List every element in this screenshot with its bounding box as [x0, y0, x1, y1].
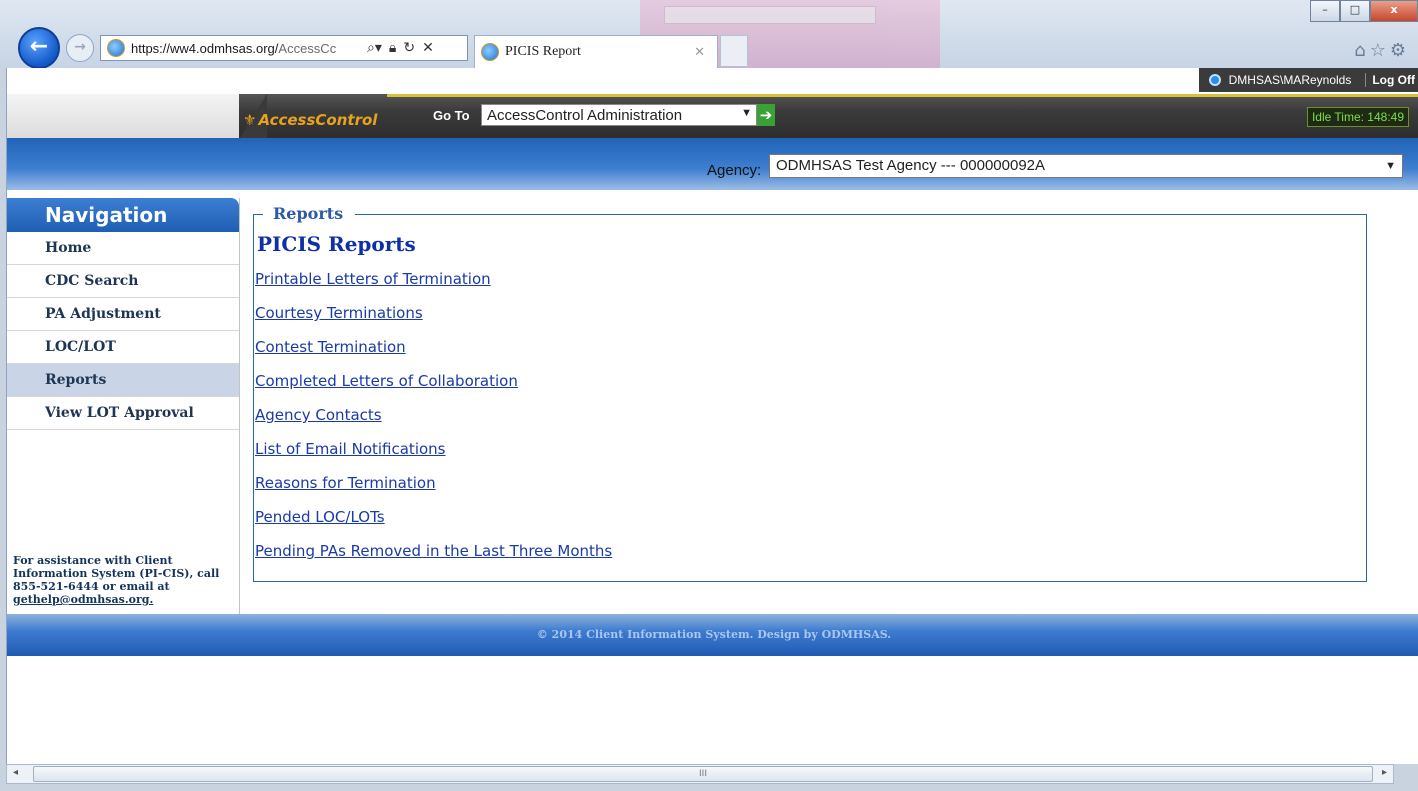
reports-legend: Reports — [263, 204, 356, 223]
lock-icon[interactable]: 🔒︎ — [389, 40, 396, 56]
link-courtesy-terminations[interactable]: Courtesy Terminations — [255, 304, 612, 338]
link-pended-loc-lots[interactable]: Pended LOC/LOTs — [255, 508, 612, 542]
page-title: PICIS Reports — [257, 232, 416, 256]
nav-item-view-lot-approval[interactable]: View LOT Approval — [7, 397, 239, 430]
user-box: DMHSAS\MAReynolds Log Off — [1198, 68, 1418, 92]
nav-item-loc-lot[interactable]: LOC/LOT — [7, 331, 239, 364]
address-url[interactable]: https://ww4.odmhsas.org/AccessCc — [131, 41, 363, 56]
navigation-title: Navigation — [7, 198, 239, 232]
scroll-right-icon[interactable]: ▸ — [1382, 767, 1387, 778]
back-arrow-icon[interactable]: ← — [18, 27, 60, 69]
address-bar[interactable]: https://ww4.odmhsas.org/AccessCc ⌕▾ 🔒︎ ↻… — [100, 35, 468, 61]
logoff-link[interactable]: Log Off — [1365, 73, 1418, 87]
scroll-left-icon[interactable]: ◂ — [13, 767, 18, 778]
browser-chrome: ← → https://ww4.odmhsas.org/AccessCc ⌕▾ … — [0, 0, 1418, 70]
page-footer: © 2014 Client Information System. Design… — [7, 614, 1418, 656]
minimize-icon[interactable]: – — [1310, 0, 1340, 22]
agency-label: Agency: — [707, 162, 762, 179]
dropdown-arrow-icon: ▼ — [1385, 160, 1396, 172]
page-viewport: DMHSAS\MAReynolds Log Off ⚜ AccessControl… — [6, 68, 1418, 764]
link-reasons-termination[interactable]: Reasons for Termination — [255, 474, 612, 508]
go-arrow-icon[interactable]: ➔ — [757, 104, 775, 126]
user-bar: DMHSAS\MAReynolds Log Off — [7, 68, 1418, 92]
help-email-link[interactable]: gethelp@odmhsas.org. — [13, 593, 153, 606]
background-window-title — [664, 6, 876, 24]
goto-label: Go To — [433, 108, 470, 123]
tab-close-icon[interactable]: ✕ — [694, 45, 705, 60]
refresh-icon[interactable]: ↻ — [403, 40, 415, 56]
logo-icon: ⚜ — [243, 111, 257, 129]
tab-picis-report[interactable]: PICIS Report ✕ — [474, 35, 718, 68]
search-icon[interactable]: ⌕▾ — [367, 40, 382, 56]
new-tab-button[interactable] — [720, 35, 748, 67]
horizontal-scrollbar[interactable]: ◂ III ▸ — [6, 764, 1394, 784]
goto-select[interactable]: AccessControl Administration ▼ — [481, 104, 757, 126]
agency-bar: Agency: ODMHSAS Test Agency --- 00000009… — [7, 138, 1418, 190]
ie-page-icon — [107, 39, 125, 57]
username: DMHSAS\MAReynolds — [1228, 73, 1352, 87]
home-icon[interactable]: ⌂ — [1354, 40, 1369, 61]
idle-timer: Idle Time: 148:49 — [1306, 107, 1409, 127]
close-window-icon[interactable]: x — [1370, 0, 1418, 22]
scrollbar-thumb[interactable]: III — [33, 766, 1373, 782]
nav-item-cdc-search[interactable]: CDC Search — [7, 265, 239, 298]
assistance-text: For assistance with Client Information S… — [13, 554, 220, 606]
maximize-icon[interactable]: □ — [1340, 0, 1370, 22]
accesscontrol-logo: ⚜ AccessControl — [243, 111, 378, 129]
favorites-star-icon[interactable]: ☆ — [1370, 40, 1390, 61]
link-completed-letters[interactable]: Completed Letters of Collaboration — [255, 372, 612, 406]
agency-select[interactable]: ODMHSAS Test Agency --- 000000092A ▼ — [769, 154, 1403, 178]
link-pending-pas-removed[interactable]: Pending PAs Removed in the Last Three Mo… — [255, 542, 612, 576]
nav-item-pa-adjustment[interactable]: PA Adjustment — [7, 298, 239, 331]
nav-item-home[interactable]: Home — [7, 232, 239, 265]
dropdown-arrow-icon: ▼ — [741, 107, 752, 119]
link-contest-termination[interactable]: Contest Termination — [255, 338, 612, 372]
nav-item-reports[interactable]: Reports — [7, 364, 239, 397]
ie-tab-icon — [481, 43, 499, 61]
link-email-notifications[interactable]: List of Email Notifications — [255, 440, 612, 474]
link-agency-contacts[interactable]: Agency Contacts — [255, 406, 612, 440]
forward-arrow-icon[interactable]: → — [66, 34, 94, 62]
gold-stripe — [387, 94, 1418, 97]
link-printable-letters[interactable]: Printable Letters of Termination — [255, 270, 612, 304]
left-navigation: Navigation Home CDC Search PA Adjustment… — [7, 198, 240, 618]
tab-title: PICIS Report — [505, 44, 581, 59]
window-bottom-edge — [0, 784, 1418, 791]
user-icon — [1208, 74, 1221, 86]
settings-gear-icon[interactable]: ⚙ — [1390, 40, 1410, 61]
header-wedge — [7, 94, 239, 138]
stop-icon[interactable]: ✕ — [422, 40, 434, 56]
report-links: Printable Letters of Termination Courtes… — [255, 270, 612, 576]
app-header: ⚜ AccessControl Go To AccessControl Admin… — [7, 94, 1418, 138]
